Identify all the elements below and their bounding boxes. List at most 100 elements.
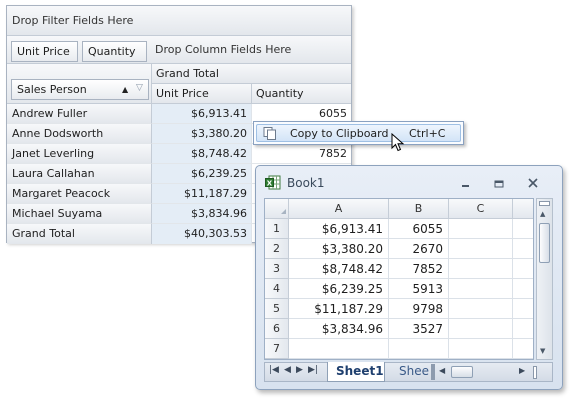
sort-ascending-icon: ▲ [122,85,129,94]
cell-b6[interactable]: 3527 [389,319,449,339]
scroll-right-icon[interactable]: ▶ [519,366,525,375]
sheet-tab-bar: |◀ ◀ ▶ ▶| Sheet1 Sheet ◀ ▶ [264,362,553,382]
column-header-c[interactable]: C [449,199,513,219]
cell-d5[interactable] [513,299,533,319]
sheet-tab-label: Sheet [399,364,429,378]
row-header[interactable]: 6 [265,319,289,339]
copy-shortcut-label: Ctrl+C [409,127,446,140]
worksheet-grid[interactable]: A B C 1 $6,913.41 6055 2 $3,380.20 2670 … [264,198,534,360]
cell-b2[interactable]: 2670 [389,239,449,259]
unit-price-column-header[interactable]: Unit Price [152,84,252,104]
grand-total-column-header: Grand Total [152,64,351,84]
mouse-cursor-icon [391,132,405,153]
copy-icon [263,127,277,140]
cell-a7[interactable] [289,339,389,359]
sheet-tab-sheet2[interactable]: Sheet [385,362,429,381]
cell-c7[interactable] [449,339,513,359]
cell-c3[interactable] [449,259,513,279]
filter-drop-area[interactable]: Drop Filter Fields Here [7,6,351,36]
scroll-up-icon[interactable]: ▲ [540,210,545,218]
cell-c5[interactable] [449,299,513,319]
row-header-cell[interactable]: Margaret Peacock [7,184,152,204]
next-sheet-icon[interactable]: ▶ [296,365,303,375]
copy-to-clipboard-menu-item[interactable]: Copy to Clipboard Ctrl+C [256,124,461,142]
column-drop-area[interactable]: Drop Column Fields Here [155,36,345,64]
cell-a2[interactable]: $3,380.20 [289,239,389,259]
unit-price-field-button[interactable]: Unit Price [11,41,78,62]
unit-price-cell[interactable]: $6,239.25 [152,164,252,184]
table-row[interactable]: Janet Leverling $8,748.42 7852 [7,144,351,164]
quantity-field-button[interactable]: Quantity [82,41,147,62]
cell-b7[interactable] [389,339,449,359]
close-icon[interactable] [527,177,539,189]
cell-b1[interactable]: 6055 [389,219,449,239]
copy-to-clipboard-label: Copy to Clipboard [290,127,389,140]
sheet-tab-sheet1[interactable]: Sheet1 [327,362,385,382]
first-sheet-icon[interactable]: |◀ [269,365,279,375]
cell-a1[interactable]: $6,913.41 [289,219,389,239]
row-header-cell[interactable]: Janet Leverling [7,144,152,164]
excel-window: X Book1 A B C 1 $6,913.41 6055 2 $3,380.… [255,165,563,390]
prev-sheet-icon[interactable]: ◀ [284,365,291,375]
unit-price-cell[interactable]: $8,748.42 [152,144,252,164]
unit-price-cell[interactable]: $3,834.96 [152,204,252,224]
resize-handle[interactable] [533,366,537,379]
horizontal-scroll-thumb[interactable] [451,366,473,378]
quantity-cell[interactable]: 7852 [252,144,351,164]
cell-d7[interactable] [513,339,533,359]
last-sheet-icon[interactable]: ▶| [308,365,318,375]
scroll-down-icon[interactable]: ▼ [540,347,545,355]
excel-title-bar[interactable]: X Book1 [256,166,562,198]
cell-d1[interactable] [513,219,533,239]
split-handle[interactable] [539,201,550,206]
svg-text:X: X [267,179,273,187]
cell-c1[interactable] [449,219,513,239]
row-header-cell[interactable]: Andrew Fuller [7,104,152,124]
vertical-scrollbar[interactable]: ▲ ▼ [536,198,553,360]
column-header-d[interactable] [513,199,533,219]
tab-split-handle[interactable] [431,364,435,380]
sales-person-field-button[interactable]: Sales Person ▲ ▽ [11,79,149,100]
cell-d4[interactable] [513,279,533,299]
row-header[interactable]: 5 [265,299,289,319]
vertical-scroll-thumb[interactable] [539,223,550,263]
column-header-a[interactable]: A [289,199,389,219]
row-header[interactable]: 3 [265,259,289,279]
restore-icon[interactable] [493,178,505,190]
unit-price-cell[interactable]: $3,380.20 [152,124,252,144]
row-header-cell[interactable]: Michael Suyama [7,204,152,224]
cell-c2[interactable] [449,239,513,259]
cell-a6[interactable]: $3,834.96 [289,319,389,339]
grand-total-unit-price-cell[interactable]: $40,303.53 [152,224,252,244]
row-header[interactable]: 2 [265,239,289,259]
cell-b5[interactable]: 9798 [389,299,449,319]
row-header[interactable]: 7 [265,339,289,359]
cell-c4[interactable] [449,279,513,299]
select-all-corner[interactable] [265,199,289,219]
cell-b3[interactable]: 7852 [389,259,449,279]
minimize-icon[interactable] [459,178,471,190]
cell-a4[interactable]: $6,239.25 [289,279,389,299]
filter-icon[interactable]: ▽ [136,79,143,98]
scroll-left-icon[interactable]: ◀ [439,366,445,375]
cell-d6[interactable] [513,319,533,339]
quantity-column-header[interactable]: Quantity [252,84,351,104]
cell-c6[interactable] [449,319,513,339]
row-header-cell[interactable]: Laura Callahan [7,164,152,184]
cell-a3[interactable]: $8,748.42 [289,259,389,279]
cell-d2[interactable] [513,239,533,259]
column-header-b[interactable]: B [389,199,449,219]
sales-person-label: Sales Person [17,83,87,96]
excel-window-title: Book1 [287,176,325,190]
cell-a5[interactable]: $11,187.29 [289,299,389,319]
excel-app-icon: X [265,175,281,190]
unit-price-cell[interactable]: $6,913.41 [152,104,252,124]
row-header[interactable]: 1 [265,219,289,239]
row-header[interactable]: 4 [265,279,289,299]
context-menu: Copy to Clipboard Ctrl+C [253,121,464,145]
unit-price-cell[interactable]: $11,187.29 [152,184,252,204]
cell-d3[interactable] [513,259,533,279]
row-header-cell[interactable]: Anne Dodsworth [7,124,152,144]
grand-total-row-header[interactable]: Grand Total [7,224,152,244]
cell-b4[interactable]: 5913 [389,279,449,299]
